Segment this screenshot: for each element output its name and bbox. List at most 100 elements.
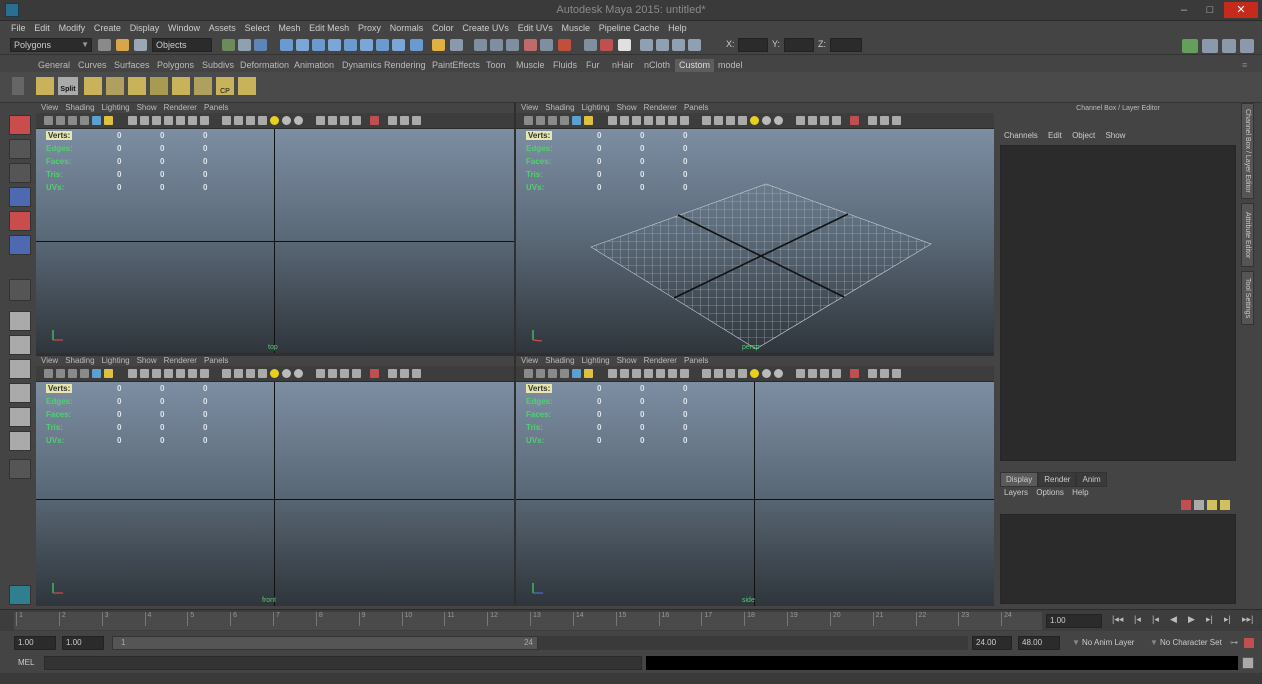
time-slider-track[interactable]: 1 2 3 4 5 6 7 8 9 10 11 12 13 14 15 16 17 18 19 20 21 22 23 24 (14, 612, 1042, 630)
layer-tab-anim[interactable]: Anim (1076, 472, 1107, 487)
insert-edge-loop-icon[interactable] (150, 77, 168, 95)
object-mode-icon[interactable] (238, 39, 251, 51)
animation-preferences-icon[interactable] (1244, 638, 1254, 648)
create-layer-icon[interactable] (1207, 500, 1217, 510)
animation-end-input[interactable]: 48.00 (1018, 636, 1060, 650)
camera-attributes-icon[interactable] (536, 369, 545, 378)
panel-menu-view[interactable]: View (41, 103, 58, 112)
panel-menu-view[interactable]: View (41, 356, 58, 365)
render-viewport-icon[interactable] (850, 369, 859, 378)
render-viewport-icon[interactable] (370, 116, 379, 125)
shelf-tab-rendering[interactable]: Rendering (384, 59, 426, 72)
isolate-select-icon[interactable] (702, 369, 711, 378)
hierarchy-mode-icon[interactable] (222, 39, 235, 51)
render-viewport-icon[interactable] (370, 369, 379, 378)
smooth-shade-icon[interactable] (140, 369, 149, 378)
selection-mode-dropdown[interactable]: Objects (152, 38, 212, 52)
gamma-icon[interactable] (388, 116, 397, 125)
wireframe-on-shaded-icon[interactable] (632, 369, 641, 378)
make-live-icon[interactable] (540, 39, 553, 51)
gamma-icon[interactable] (868, 369, 877, 378)
z-coordinate-input[interactable] (830, 38, 862, 52)
panel-menu-renderer[interactable]: Renderer (164, 103, 197, 112)
film-gate-icon[interactable] (104, 369, 113, 378)
select-rendering-icon[interactable] (376, 39, 389, 51)
camera-icon[interactable] (524, 116, 533, 125)
panel-menu-lighting[interactable]: Lighting (582, 103, 610, 112)
panel-menu-lighting[interactable]: Lighting (102, 103, 130, 112)
channel-box-menu-channels[interactable]: Channels (1004, 131, 1038, 140)
select-tool-icon[interactable] (9, 115, 31, 135)
xray-joints-icon[interactable] (246, 369, 255, 378)
combine-icon[interactable] (194, 77, 212, 95)
step-back-key-icon[interactable]: |◂ (1134, 614, 1141, 625)
scale-tool-icon[interactable] (9, 235, 31, 255)
panel-menu-renderer[interactable]: Renderer (644, 103, 677, 112)
bevel-icon[interactable] (106, 77, 124, 95)
range-slider-bar[interactable]: 1 24 (112, 636, 538, 650)
input-output-icon[interactable] (558, 39, 571, 51)
hud-icon[interactable] (796, 116, 805, 125)
view-transform-icon[interactable] (400, 116, 409, 125)
isolate-select-icon[interactable] (222, 369, 231, 378)
viewport-top-right[interactable]: View Shading Lighting Show Renderer Panels (516, 103, 994, 353)
snap-point-icon[interactable] (506, 39, 519, 51)
panel-menu-panels[interactable]: Panels (684, 103, 708, 112)
wireframe-on-shaded-icon[interactable] (152, 369, 161, 378)
channel-box-menu-show[interactable]: Show (1105, 131, 1125, 140)
shelf-menu-icon[interactable]: ≡ (1242, 59, 1247, 72)
layer-menu-options[interactable]: Options (1036, 488, 1064, 497)
minimize-button[interactable]: – (1172, 2, 1196, 18)
shelf-tab-surfaces[interactable]: Surfaces (114, 59, 150, 72)
ipr-render-icon[interactable] (618, 39, 631, 51)
color-management-icon[interactable] (892, 116, 901, 125)
shadows-icon[interactable] (188, 369, 197, 378)
center-pivot-icon[interactable]: CP (216, 77, 234, 95)
layer-up-icon[interactable] (1181, 500, 1191, 510)
x-coordinate-input[interactable] (738, 38, 768, 52)
isolate-select-icon[interactable] (222, 116, 231, 125)
use-all-lights-icon[interactable] (270, 369, 279, 378)
select-dynamics-icon[interactable] (360, 39, 373, 51)
freeze-transform-icon[interactable] (238, 77, 256, 95)
depth-of-field-icon[interactable] (352, 116, 361, 125)
menu-edit-uvs[interactable]: Edit UVs (515, 21, 556, 35)
transform-field-mode-icon[interactable] (688, 39, 701, 51)
render-viewport-icon[interactable] (850, 116, 859, 125)
highlight-selection-icon[interactable] (450, 39, 463, 51)
menu-modify[interactable]: Modify (56, 21, 89, 35)
menu-normals[interactable]: Normals (387, 21, 427, 35)
shadows-icon[interactable] (668, 369, 677, 378)
shelf-tab-general[interactable]: General (38, 59, 70, 72)
shelf-tab-custom[interactable]: Custom (675, 59, 715, 72)
rotate-tool-icon[interactable] (9, 211, 31, 231)
depth-of-field-icon[interactable] (832, 369, 841, 378)
step-back-frame-icon[interactable]: |◂ (1152, 614, 1159, 625)
ambient-occlusion-icon[interactable] (680, 369, 689, 378)
backface-culling-icon[interactable] (258, 369, 267, 378)
shelf-tab-fluids[interactable]: Fluids (553, 59, 577, 72)
show-attribute-editor-icon[interactable] (1202, 39, 1218, 53)
textured-icon[interactable] (644, 369, 653, 378)
playback-end-input[interactable]: 24.00 (972, 636, 1012, 650)
smooth-shade-icon[interactable] (140, 116, 149, 125)
panel-menu-show[interactable]: Show (617, 356, 637, 365)
shelf-tab-animation[interactable]: Animation (294, 59, 334, 72)
hud-icon[interactable] (316, 116, 325, 125)
grid-icon[interactable] (572, 116, 581, 125)
viewport-top-left[interactable]: View Shading Lighting Show Renderer Panels (36, 103, 514, 353)
depth-of-field-icon[interactable] (832, 116, 841, 125)
camera-icon[interactable] (44, 369, 53, 378)
extrude-icon[interactable] (84, 77, 102, 95)
viewport-bottom-left[interactable]: View Shading Lighting Show Renderer Panels (36, 356, 514, 606)
panel-menu-show[interactable]: Show (137, 103, 157, 112)
menu-display[interactable]: Display (127, 21, 163, 35)
textured-icon[interactable] (164, 369, 173, 378)
select-surfaces-icon[interactable] (328, 39, 341, 51)
shelf-tab-painteffects[interactable]: PaintEffects (432, 59, 480, 72)
view-transform-icon[interactable] (880, 369, 889, 378)
menu-create-uvs[interactable]: Create UVs (459, 21, 512, 35)
close-button[interactable]: ✕ (1224, 2, 1258, 18)
layer-list[interactable] (1000, 514, 1236, 604)
lights-icon[interactable] (656, 116, 665, 125)
